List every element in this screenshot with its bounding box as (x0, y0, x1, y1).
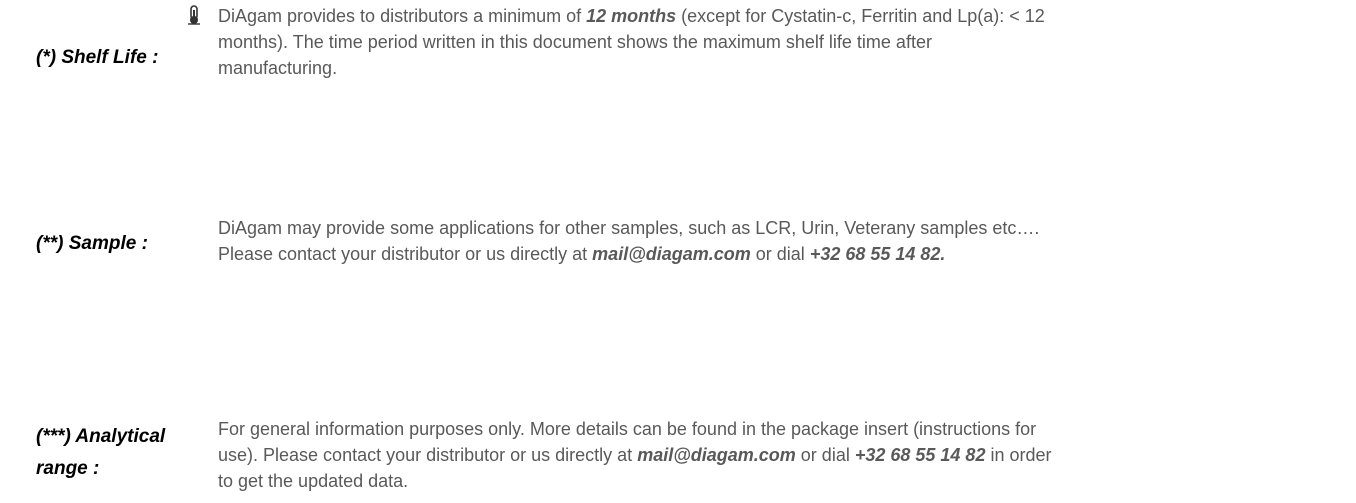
thermometer-icon (186, 5, 202, 25)
analytical-range-text: For general information purposes only. M… (218, 416, 1338, 494)
shelf-life-line-3: manufacturing. (218, 58, 338, 78)
sample-label: (**) Sample : (36, 233, 148, 254)
analytical-range-label: (***) Analytical range : (36, 421, 206, 485)
shelf-life-line-2: months). The time period written in this… (218, 32, 932, 52)
analytical-range-line-2: use). Please contact your distributor or… (218, 445, 1052, 465)
sample-text: DiAgam may provide some applications for… (218, 215, 1338, 267)
analytical-range-label-line-1: (***) Analytical (36, 426, 166, 447)
sample-line-2: Please contact your distributor or us di… (218, 244, 946, 264)
analytical-range-phone-number[interactable]: +32 68 55 14 82 (855, 445, 986, 465)
sample-phone-number[interactable]: +32 68 55 14 82. (810, 244, 946, 264)
sample-email-link[interactable]: mail@diagam.com (592, 244, 751, 264)
analytical-range-line-3: to get the updated data. (218, 471, 409, 491)
analytical-range-label-line-2: range : (36, 458, 100, 479)
sample-line-1: DiAgam may provide some applications for… (218, 218, 1040, 238)
shelf-life-label: (*) Shelf Life : (36, 47, 159, 68)
analytical-range-line-1: For general information purposes only. M… (218, 419, 1037, 439)
analytical-range-email-link[interactable]: mail@diagam.com (637, 445, 796, 465)
shelf-life-text: DiAgam provides to distributors a minimu… (218, 3, 1338, 81)
shelf-life-line-1: DiAgam provides to distributors a minimu… (218, 6, 1045, 26)
shelf-life-emphasis: 12 months (586, 6, 677, 26)
